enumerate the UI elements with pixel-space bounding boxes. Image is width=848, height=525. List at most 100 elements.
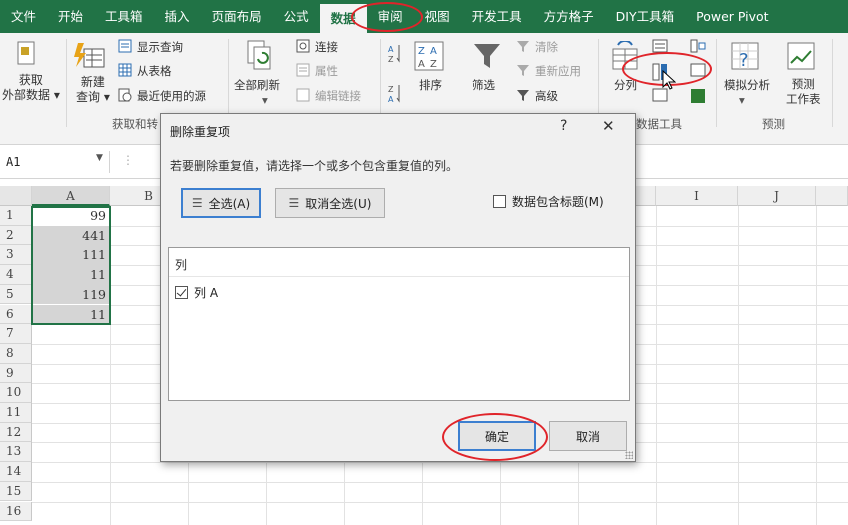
- data-validation-icon: [652, 88, 668, 102]
- has-headers-option[interactable]: 数据包含标题(M): [493, 193, 604, 210]
- relationships-icon: [690, 63, 706, 77]
- sort-za-icon: ZA: [388, 85, 400, 104]
- advanced-icon: [517, 90, 529, 101]
- new-query-button[interactable]: 新建 查询 ▾: [76, 75, 110, 105]
- connections-button[interactable]: 连接: [315, 39, 338, 55]
- filter-button[interactable]: 筛选: [472, 77, 495, 93]
- reapply-icon: [517, 65, 529, 76]
- column-header-k[interactable]: [816, 186, 848, 206]
- formula-bar-grip-icon: ⋮: [122, 153, 134, 167]
- tab-diy-toolbox[interactable]: DIY工具箱: [605, 0, 685, 33]
- row-header[interactable]: 5: [0, 284, 32, 305]
- row-header[interactable]: 9: [0, 363, 32, 384]
- name-box[interactable]: A1: [2, 151, 110, 173]
- connections-icon: [296, 39, 310, 53]
- tab-review[interactable]: 审阅: [367, 0, 414, 33]
- get-external-data-icon: [17, 41, 35, 65]
- get-external-data-button[interactable]: 获取 外部数据 ▾: [2, 73, 60, 103]
- ribbon-tab-bar: 文件 开始 工具箱 插入 页面布局 公式 数据 审阅 视图 开发工具 方方格子 …: [0, 0, 848, 33]
- has-headers-label: 数据包含标题(M): [512, 195, 604, 209]
- reapply-button[interactable]: 重新应用: [535, 63, 581, 79]
- row-header[interactable]: 8: [0, 343, 32, 364]
- tab-file[interactable]: 文件: [0, 0, 47, 33]
- tab-insert[interactable]: 插入: [154, 0, 201, 33]
- forecast-sheet-button[interactable]: 预测 工作表: [786, 77, 821, 107]
- text-to-columns-icon: [612, 41, 638, 70]
- row-header[interactable]: 4: [0, 265, 32, 285]
- edit-links-button[interactable]: 编辑链接: [315, 88, 361, 104]
- tab-power-pivot[interactable]: Power Pivot: [685, 0, 779, 33]
- sort-button[interactable]: 排序: [419, 77, 442, 93]
- svg-text:?: ?: [739, 50, 749, 71]
- row-header[interactable]: 6: [0, 304, 32, 325]
- row-header[interactable]: 14: [0, 462, 32, 482]
- dialog-title: 删除重复项: [170, 125, 231, 139]
- columns-list[interactable]: 列 列 A: [168, 247, 630, 401]
- tab-page-layout[interactable]: 页面布局: [201, 0, 273, 33]
- edit-links-icon: [296, 88, 310, 102]
- list-item[interactable]: 列 A: [175, 284, 218, 301]
- tab-formulas[interactable]: 公式: [273, 0, 320, 33]
- clear-button[interactable]: 清除: [535, 39, 558, 55]
- tab-toolbox[interactable]: 工具箱: [94, 0, 154, 33]
- flash-fill-icon: [652, 39, 668, 53]
- select-all-icon: ☰: [191, 196, 203, 210]
- select-all-button[interactable]: ☰ 全选(A): [181, 188, 261, 218]
- row-header[interactable]: 2: [0, 225, 32, 246]
- selection-range: [31, 206, 111, 325]
- svg-text:Z: Z: [430, 59, 437, 70]
- sort-dialog-icon: Z AA Z: [414, 41, 444, 71]
- refresh-all-button[interactable]: 全部刷新: [234, 77, 280, 93]
- column-a-checkbox[interactable]: [175, 286, 188, 299]
- what-if-analysis-icon: ?: [731, 42, 759, 71]
- text-to-columns-button[interactable]: 分列: [614, 77, 637, 93]
- group-label-forecast: 预测: [762, 117, 785, 131]
- help-button[interactable]: ?: [560, 118, 567, 134]
- has-headers-checkbox[interactable]: [493, 195, 506, 208]
- from-table-button[interactable]: 从表格: [137, 63, 172, 79]
- resize-grip[interactable]: [625, 451, 633, 459]
- ok-button[interactable]: 确定: [458, 421, 536, 451]
- remove-duplicates-dialog: 删除重复项 ? ✕ 若要删除重复值，请选择一个或多个包含重复值的列。 ☰ 全选(…: [160, 113, 636, 462]
- cancel-button[interactable]: 取消: [549, 421, 627, 451]
- select-all-corner[interactable]: [0, 186, 32, 206]
- recent-sources-button[interactable]: 最近使用的源: [137, 88, 206, 104]
- tab-data[interactable]: 数据: [319, 4, 367, 33]
- show-query-icon: [118, 39, 132, 53]
- svg-text:A: A: [388, 45, 394, 54]
- show-query-button[interactable]: 显示查询: [137, 39, 183, 55]
- dialog-instruction: 若要删除重复值，请选择一个或多个包含重复值的列。: [170, 159, 459, 173]
- row-header[interactable]: 3: [0, 245, 32, 266]
- row-header[interactable]: 7: [0, 324, 32, 344]
- svg-text:Z: Z: [418, 46, 425, 57]
- row-header[interactable]: 11: [0, 403, 32, 423]
- group-label-data-tools: 数据工具: [636, 117, 682, 131]
- tab-fangfang[interactable]: 方方格子: [533, 0, 605, 33]
- unselect-all-button[interactable]: ☰ 取消全选(U): [275, 188, 385, 218]
- row-header[interactable]: 12: [0, 422, 32, 443]
- svg-text:A: A: [430, 46, 437, 57]
- row-header[interactable]: 10: [0, 383, 32, 403]
- manage-data-model-icon: [691, 89, 705, 103]
- column-header-i[interactable]: I: [656, 186, 738, 206]
- row-header[interactable]: 13: [0, 442, 32, 463]
- column-header-a[interactable]: A: [32, 186, 110, 206]
- advanced-filter-button[interactable]: 高级: [535, 88, 558, 104]
- consolidate-icon: [690, 39, 706, 53]
- tab-view[interactable]: 视图: [414, 0, 461, 33]
- tab-home[interactable]: 开始: [47, 0, 94, 33]
- svg-text:A: A: [418, 59, 425, 70]
- column-header-j[interactable]: J: [738, 186, 816, 206]
- row-header[interactable]: 16: [0, 501, 32, 522]
- recent-sources-icon: [118, 88, 132, 102]
- svg-text:Z: Z: [388, 55, 394, 64]
- row-header[interactable]: 15: [0, 481, 32, 502]
- unselect-all-label: 取消全选(U): [305, 196, 372, 211]
- columns-list-header: 列: [175, 258, 188, 272]
- what-if-analysis-button[interactable]: 模拟分析: [724, 77, 770, 93]
- row-header[interactable]: 1: [0, 206, 32, 226]
- tab-developer[interactable]: 开发工具: [461, 0, 533, 33]
- name-box-dropdown-icon[interactable]: ▼: [96, 153, 103, 163]
- properties-button[interactable]: 属性: [315, 63, 338, 79]
- close-button[interactable]: ✕: [602, 117, 615, 135]
